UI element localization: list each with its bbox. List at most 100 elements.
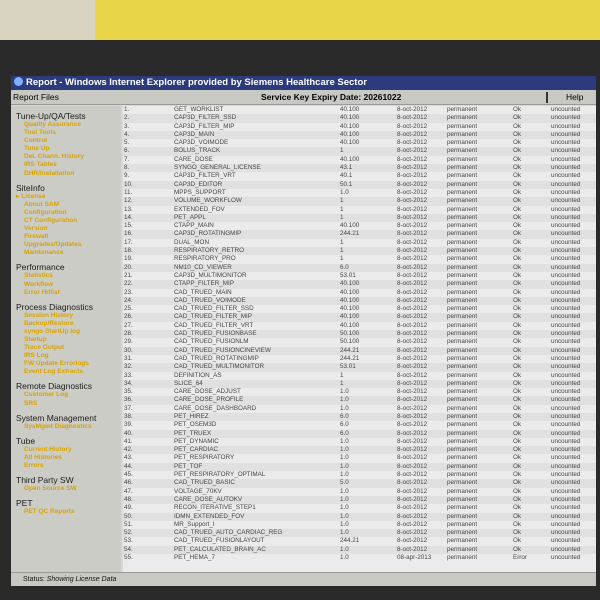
license-feature: SLICE_64	[173, 379, 339, 389]
sidebar-link[interactable]: Upgrades/Updates	[11, 241, 121, 249]
license-feature: PET_OSEM3D	[174, 421, 217, 429]
license-date: 8-oct-2012	[397, 537, 428, 545]
license-type: permanent	[446, 230, 512, 239]
license-version: 40.100	[339, 114, 396, 123]
license-version: 1.0	[340, 520, 349, 528]
license-type: permanent	[446, 247, 512, 256]
sidebar-link[interactable]: License	[11, 193, 121, 201]
license-status: Ok	[512, 379, 550, 389]
license-type: permanent	[447, 338, 478, 346]
sidebar-link[interactable]: Open Source SW	[11, 485, 121, 493]
table-row: 31. CAD_TRUED_ROTATINGMIP 244.21 8-oct-2012…	[123, 355, 596, 363]
license-version: 43.1	[339, 164, 396, 173]
license-version: 40.100	[340, 305, 360, 313]
license-number: 34.	[123, 379, 173, 389]
license-status: Ok	[512, 429, 550, 438]
license-feature: CTAPP_FILTER_MIP	[173, 280, 339, 289]
license-number: 33.	[124, 371, 133, 379]
license-status: Ok	[512, 330, 550, 339]
table-row: 29. CAD_TRUED_FUSIONLM 50.100 8-oct-2012 per…	[123, 338, 596, 346]
sidebar-link[interactable]: DHR/Installation	[11, 170, 121, 178]
sidebar-link[interactable]: Customer Log	[11, 391, 121, 399]
license-date: 8-oct-2012	[396, 197, 446, 206]
sidebar-link[interactable]: Error Hitlist	[11, 289, 121, 297]
license-type: permanent	[446, 545, 512, 555]
table-row: 13. EXTENDED_FOV 1 8-oct-2012 permanent Ok unc…	[123, 206, 596, 214]
sidebar-link[interactable]: Quality Assurance	[11, 121, 121, 129]
sidebar-link[interactable]: Startup	[11, 336, 121, 344]
license-type: permanent	[447, 537, 478, 545]
sidebar-link[interactable]: Firewall	[11, 233, 121, 241]
license-feature: PET_TOF	[173, 462, 339, 472]
license-number: 23.	[124, 288, 133, 296]
sidebar-link[interactable]: Session History	[11, 312, 121, 320]
license-type: permanent	[446, 379, 512, 389]
sidebar-link[interactable]: All Histories	[11, 454, 121, 462]
sidebar-link[interactable]: FW Update Errorlogs	[11, 360, 121, 368]
license-number: 38.	[123, 412, 173, 422]
license-count: uncounted	[551, 537, 581, 545]
license-number: 43.	[124, 454, 133, 462]
sidebar-link[interactable]: Event Log Extracts	[11, 368, 121, 376]
menubar: Report Files Service Key Expiry Date: 20…	[11, 90, 596, 105]
license-count: uncounted	[551, 288, 581, 296]
sidebar-link[interactable]: IRS Log	[11, 352, 121, 360]
license-count: uncounted	[551, 338, 581, 346]
sidebar-link[interactable]: Workflow	[11, 281, 121, 289]
sidebar-link[interactable]: About SAM	[11, 201, 121, 209]
license-status: Ok	[513, 305, 522, 313]
license-status: Ok	[512, 545, 550, 555]
sidebar-link[interactable]: Del. Chann. History	[11, 153, 121, 161]
license-version: 40.100	[340, 222, 360, 230]
license-number: 22.	[123, 280, 173, 289]
sidebar-link[interactable]: Current History	[11, 446, 121, 454]
license-count: uncounted	[550, 495, 596, 505]
license-number: 41.	[124, 437, 133, 445]
sidebar-link[interactable]: PET QC Reports	[11, 508, 121, 516]
license-feature: DUAL_MON	[174, 238, 209, 246]
license-type: permanent	[447, 255, 478, 263]
sidebar-link[interactable]: Control	[11, 137, 121, 145]
sidebar-link[interactable]: Configuration	[11, 209, 121, 217]
license-status: Ok	[513, 271, 522, 279]
license-status: Ok	[513, 520, 522, 528]
sidebar-link[interactable]: SysMgmt Diagnostics	[11, 423, 121, 431]
sidebar-link[interactable]: Tool Tools	[11, 129, 121, 137]
license-count: uncounted	[551, 471, 581, 479]
sidebar-link[interactable]: Trace Output	[11, 344, 121, 352]
sidebar-link[interactable]: syngo StartUp log	[11, 328, 121, 336]
license-feature: PET_CALCULATED_BRAIN_AC	[173, 545, 339, 555]
sidebar-link[interactable]: Errors	[11, 462, 121, 470]
table-row: 44. PET_TOF 1.0 8-oct-2012 permanent Ok uncoun…	[123, 462, 596, 472]
sidebar-link[interactable]: Version	[11, 225, 121, 233]
sidebar-link[interactable]: IRS Tables	[11, 161, 121, 169]
sidebar-link[interactable]: Maintenance	[11, 249, 121, 257]
license-date: 8-oct-2012	[397, 388, 428, 396]
sidebar-section-title: Process Diagnostics	[16, 301, 94, 312]
license-count: uncounted	[551, 188, 581, 196]
license-report[interactable]: 1. GET_WORKLIST 40.100 8-oct-2012 permanent O…	[123, 106, 596, 572]
status-bar: Status: Showing License Data	[11, 572, 596, 586]
license-type: permanent	[447, 371, 478, 379]
sidebar-section: Tube Current History All Histories Errors	[11, 436, 121, 470]
license-type: permanent	[446, 330, 512, 339]
sidebar-link[interactable]: CT Configuration	[11, 217, 121, 225]
sidebar-link[interactable]: SRS	[11, 400, 121, 408]
license-feature: CAP3D_MULTIMONITOR	[174, 271, 247, 279]
license-date: 8-oct-2012	[397, 271, 428, 279]
sidebar-link[interactable]: Tune Up	[11, 145, 121, 153]
help-menu[interactable]: Help	[566, 90, 583, 105]
license-type: permanent	[446, 495, 512, 505]
license-feature: CAP3D_EDITOR	[173, 180, 339, 189]
table-row: 1. GET_WORKLIST 40.100 8-oct-2012 permanent O…	[123, 106, 596, 114]
report-files-menu[interactable]: Report Files	[13, 90, 59, 105]
license-date: 8-oct-2012	[396, 495, 446, 505]
sidebar-link[interactable]: Statistics	[11, 272, 121, 280]
sidebar-section-title: Performance	[16, 262, 65, 273]
license-type: permanent	[446, 180, 512, 189]
sidebar-link[interactable]: Backup/Restore	[11, 320, 121, 328]
license-version: 1.0	[339, 545, 396, 555]
license-date: 8-oct-2012	[396, 529, 446, 538]
license-feature: CAP3D_FILTER_VRT	[174, 172, 236, 180]
license-date: 8-oct-2012	[397, 172, 428, 180]
